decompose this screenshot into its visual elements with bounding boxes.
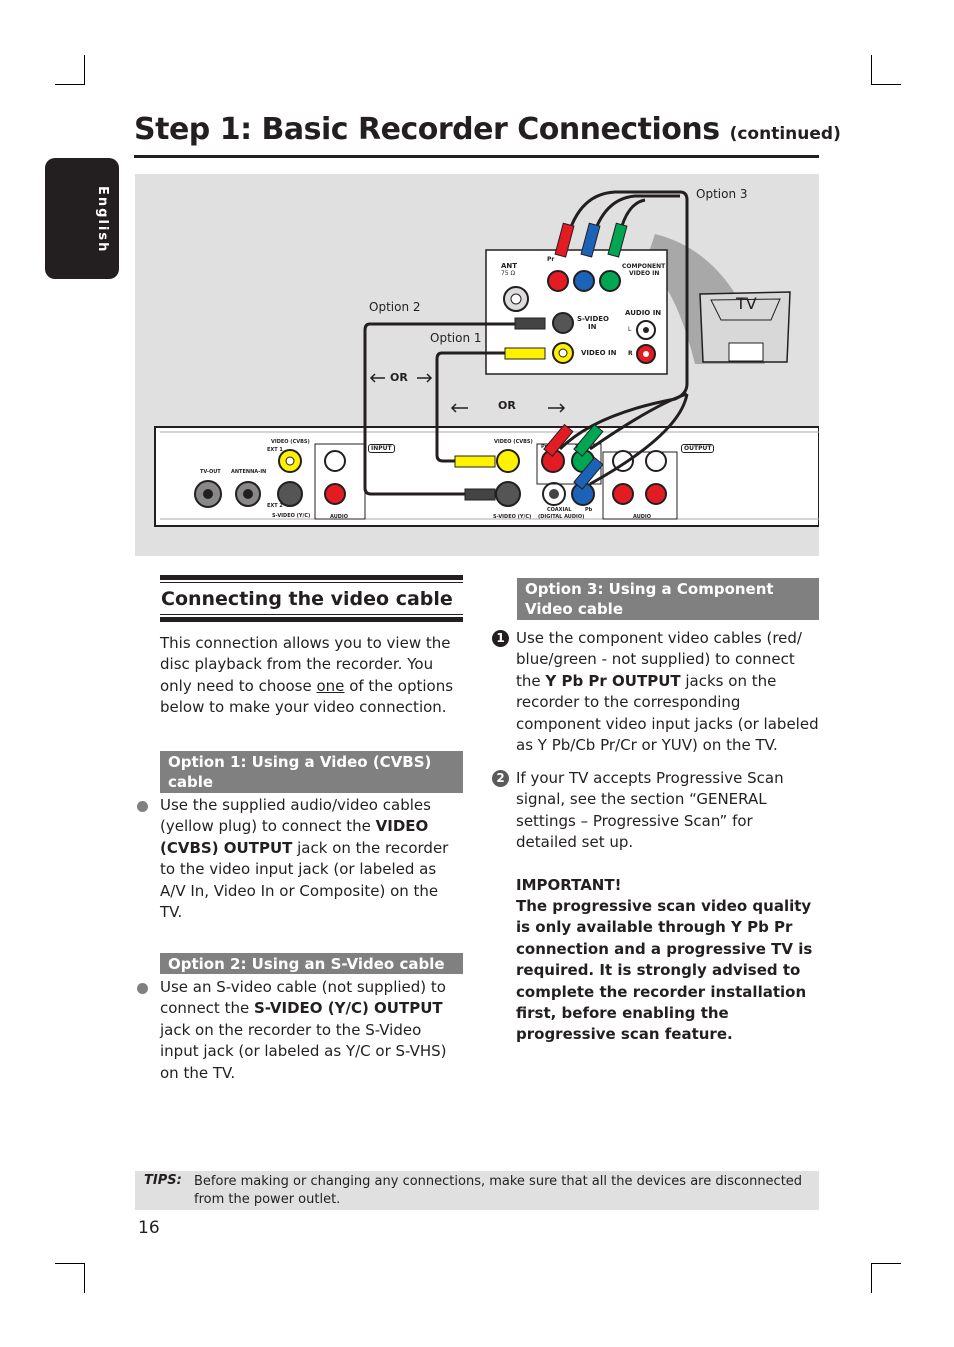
option-2-heading: Option 2: Using an S-Video cable (160, 953, 463, 974)
crop-mark-bottom-right-h (871, 1263, 901, 1264)
tv-audio-l-label: L (628, 326, 632, 333)
recorder-y-label: Y (575, 444, 579, 450)
tv-ant-sub-label: 75 Ω (501, 270, 516, 277)
option-2-text-bold: S-VIDEO (Y/C) OUTPUT (253, 999, 443, 1018)
recorder-tv-out-label: TV-OUT (200, 469, 221, 475)
plug-s-video-recorder (464, 488, 496, 501)
section-rule-bottom-thin (160, 614, 463, 615)
tv-s-video-label-1: S-VIDEO (577, 315, 610, 323)
tv-pr-jack (547, 270, 569, 292)
recorder-video-cvbs-in-label: VIDEO (CVBS) (271, 439, 310, 445)
connection-diagram: Option 3 Option 2 Option 1 OR OR TV ANT … (135, 174, 819, 556)
tv-component-label-1: COMPONENT (622, 263, 666, 270)
step-1-number-icon: 1 (492, 630, 509, 647)
recorder-pb-label: Pb (585, 507, 593, 513)
option-2-text-2: jack on the recorder to the S-Video inpu… (160, 1020, 447, 1082)
or-arrow-right-1 (417, 373, 433, 383)
crop-mark-top-right-v (871, 55, 872, 85)
tv-pr-label: Pr (547, 256, 555, 263)
section-rule-bottom (160, 617, 463, 622)
tv-s-video-label-2: IN (588, 323, 597, 331)
step-1-text-bold: Y Pb Pr OUTPUT (545, 671, 681, 690)
section-header: Connecting the video cable (160, 575, 463, 622)
page-title-main: Step 1: Basic Recorder Connections (134, 112, 720, 147)
recorder-video-out-jack (496, 449, 520, 473)
tips-label: TIPS: (144, 1173, 182, 1188)
bullet-icon (137, 801, 148, 812)
crop-mark-top-right-h (871, 84, 901, 85)
recorder-rear-panel (154, 426, 819, 527)
important-text: The progressive scan video quality is on… (516, 897, 813, 1044)
tv-ant-label: ANT (501, 262, 518, 270)
bullet-icon (137, 983, 148, 994)
section-rule-top (160, 575, 463, 580)
recorder-audio-out-3-jack (612, 483, 634, 505)
tv-pb-jack (573, 270, 595, 292)
recorder-pr-label: Pr (541, 444, 548, 450)
recorder-digital-audio-label: (DIGITAL AUDIO) (538, 514, 585, 520)
recorder-s-video-in-label: S-VIDEO (Y/C) (272, 513, 311, 519)
option-1-label: Option 1 (430, 331, 482, 345)
language-tab-label: English (95, 186, 110, 254)
tips-text: Before making or changing any connection… (194, 1174, 803, 1207)
recorder-ext1-label: EXT 1 (267, 447, 283, 453)
page-title-suffix: (continued) (729, 124, 841, 144)
or-arrow-left-1 (369, 373, 385, 383)
recorder-audio-out-2-jack (645, 450, 667, 472)
intro-paragraph: This connection allows you to view the d… (160, 633, 460, 719)
tips-bar: TIPS: Before making or changing any conn… (135, 1171, 819, 1210)
recorder-audio-in-label: AUDIO (330, 514, 349, 520)
or-label-1: OR (390, 371, 408, 384)
crop-mark-top-left-h (55, 84, 85, 85)
language-tab: English (45, 158, 119, 279)
or-arrow-right-2 (548, 403, 566, 413)
crop-mark-bottom-right-v (871, 1263, 872, 1293)
plug-s-video-tv (514, 317, 546, 330)
step-2-text: If your TV accepts Progressive Scan sign… (516, 769, 784, 852)
tv-connector-box (728, 342, 764, 362)
recorder-audio-out-label: AUDIO (633, 514, 652, 520)
recorder-ext2-label: EXT 2 (267, 503, 283, 509)
recorder-coaxial-label: COAXIAL (547, 507, 572, 513)
step-1-text: Use the component video cables (red/ blu… (516, 628, 821, 756)
recorder-output-badge: OUTPUT (681, 444, 715, 453)
crop-mark-bottom-left-v (84, 1263, 85, 1293)
crop-mark-top-left-v (84, 55, 85, 85)
tv-s-video-jack (552, 312, 574, 334)
option-3-heading: Option 3: Using a Component Video cable (517, 578, 819, 620)
page-number: 16 (138, 1218, 160, 1238)
tv-component-label-2: VIDEO IN (629, 270, 660, 277)
option-1-text: Use the supplied audio/video cables (yel… (160, 795, 465, 923)
or-arrow-left-2 (450, 403, 468, 413)
section-title: Connecting the video cable (161, 588, 453, 610)
tv-label: TV (736, 294, 757, 313)
step-2-number-icon: 2 (492, 770, 509, 787)
option-1-heading: Option 1: Using a Video (CVBS) cable (160, 751, 463, 793)
title-rule (134, 155, 819, 158)
plug-yellow-recorder (454, 455, 496, 468)
recorder-antenna-in-label: ANTENNA-IN (231, 469, 267, 475)
recorder-s-video-out-jack (495, 481, 521, 507)
option-2-text: Use an S-video cable (not supplied) to c… (160, 977, 460, 1084)
or-label-2: OR (498, 399, 516, 412)
crop-mark-bottom-left-h (55, 1263, 85, 1264)
recorder-audio-in-l-jack (324, 483, 346, 505)
recorder-video-cvbs-out-label: VIDEO (CVBS) (494, 439, 533, 445)
tv-video-in-label: VIDEO IN (581, 349, 617, 357)
important-label: IMPORTANT! (516, 876, 622, 894)
diagram-graphics (154, 190, 819, 527)
page-title: Step 1: Basic Recorder Connections (cont… (134, 112, 841, 147)
intro-text-emphasis: one (316, 676, 345, 695)
recorder-audio-out-4-jack (645, 483, 667, 505)
option-2-label: Option 2 (369, 300, 421, 314)
recorder-s-video-out-label: S-VIDEO (Y/C) (493, 514, 532, 520)
tv-audio-r-label: R (628, 350, 633, 357)
plug-yellow-tv (504, 347, 546, 360)
option-3-label: Option 3 (696, 187, 748, 201)
tv-y-jack (599, 270, 621, 292)
tv-audio-in-label: AUDIO IN (625, 309, 662, 317)
recorder-audio-in-r-jack (324, 450, 346, 472)
recorder-input-badge: INPUT (368, 444, 395, 453)
